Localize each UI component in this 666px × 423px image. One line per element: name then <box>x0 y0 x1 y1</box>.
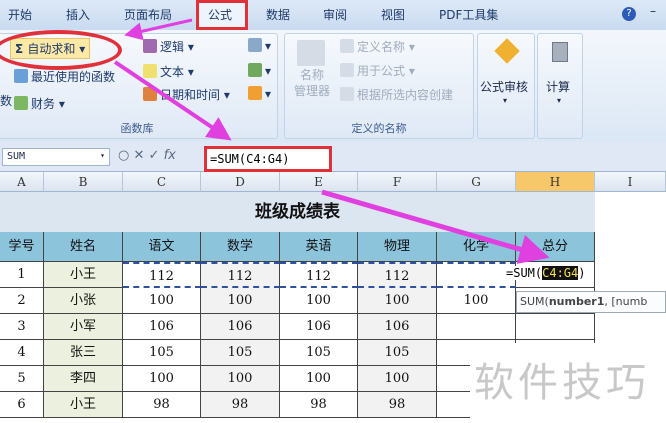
watermark: 软件技巧 <box>474 360 650 406</box>
arrow-autosum-to-formula <box>113 60 232 141</box>
arrow-to-total-cell <box>321 189 550 264</box>
arrow-tab-to-autosum <box>124 18 193 41</box>
